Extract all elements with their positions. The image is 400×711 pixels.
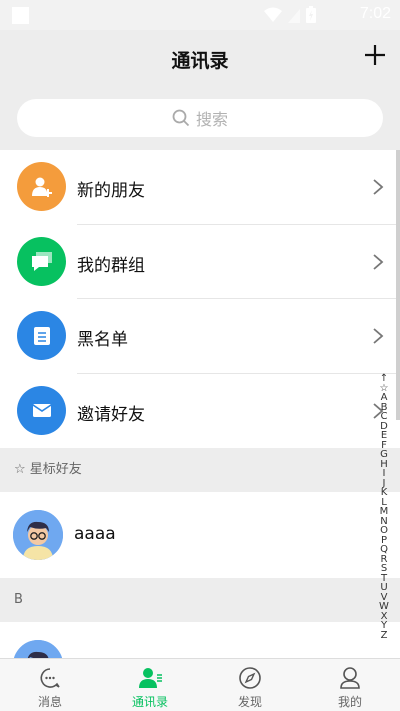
section-header-starred: ☆ 星标好友 — [0, 448, 400, 492]
tab-messages[interactable]: 消息 — [0, 659, 100, 711]
chevron-right-icon — [373, 253, 384, 270]
tab-me[interactable]: 我的 — [300, 659, 400, 711]
tab-label: 发现 — [237, 695, 262, 709]
contact-menu-list: 新的朋友 我的群组 黑名单 邀请好友 — [0, 150, 400, 448]
blacklist-icon — [17, 311, 66, 360]
menu-label: 新的朋友 — [77, 181, 145, 201]
menu-label: 邀请好友 — [77, 404, 145, 425]
index-letter[interactable]: Z — [381, 630, 388, 641]
search-placeholder: 搜索 — [195, 110, 228, 129]
profile-icon — [340, 667, 360, 689]
menu-invite-friends[interactable]: 邀请好友 — [0, 373, 400, 448]
tab-label: 我的 — [337, 695, 362, 709]
menu-blacklist[interactable]: 黑名单 — [0, 299, 400, 374]
menu-label: 我的群组 — [77, 255, 145, 276]
avatar — [13, 510, 63, 560]
section-header-b: B — [0, 578, 400, 622]
tab-label: 通讯录 — [131, 695, 168, 709]
scrollbar[interactable] — [396, 150, 400, 420]
alphabet-index[interactable]: ↑ ☆ A B C D E F G H I J K L M N O P Q R S T U V W X Y Z — [378, 374, 390, 640]
system-icons — [264, 6, 316, 23]
signal-icon — [288, 8, 300, 23]
contacts-icon — [139, 668, 162, 688]
contact-row-partial[interactable] — [0, 622, 400, 658]
plus-icon[interactable] — [362, 42, 388, 68]
message-icon — [40, 668, 60, 688]
tab-discover[interactable]: 发现 — [200, 659, 300, 711]
search-input[interactable]: 搜索 — [17, 99, 383, 137]
mail-icon — [17, 385, 66, 435]
notification-icon — [12, 7, 29, 24]
search-icon — [172, 109, 190, 127]
add-friend-icon — [17, 162, 66, 211]
tab-contacts[interactable]: 通讯录 — [100, 659, 200, 711]
top-header: 通讯录 — [0, 30, 400, 86]
chevron-right-icon — [373, 328, 384, 344]
contact-name: aaaa — [74, 524, 116, 544]
status-time: 7:02 — [359, 5, 391, 22]
page-title: 通讯录 — [171, 50, 229, 72]
chat-bubbles-icon — [17, 236, 66, 286]
contact-row[interactable]: aaaa — [0, 492, 400, 578]
bottom-tab-bar: 消息 通讯录 发现 我的 — [0, 658, 400, 711]
menu-label: 黑名单 — [77, 330, 128, 350]
menu-new-friends[interactable]: 新的朋友 — [0, 150, 400, 225]
menu-my-groups[interactable]: 我的群组 — [0, 224, 400, 299]
status-bar: 7:02 — [0, 0, 400, 30]
chevron-right-icon — [373, 179, 384, 195]
avatar — [13, 640, 63, 658]
battery-icon — [306, 6, 316, 23]
compass-icon — [239, 667, 261, 689]
tab-label: 消息 — [37, 695, 62, 709]
wifi-icon — [264, 7, 282, 22]
